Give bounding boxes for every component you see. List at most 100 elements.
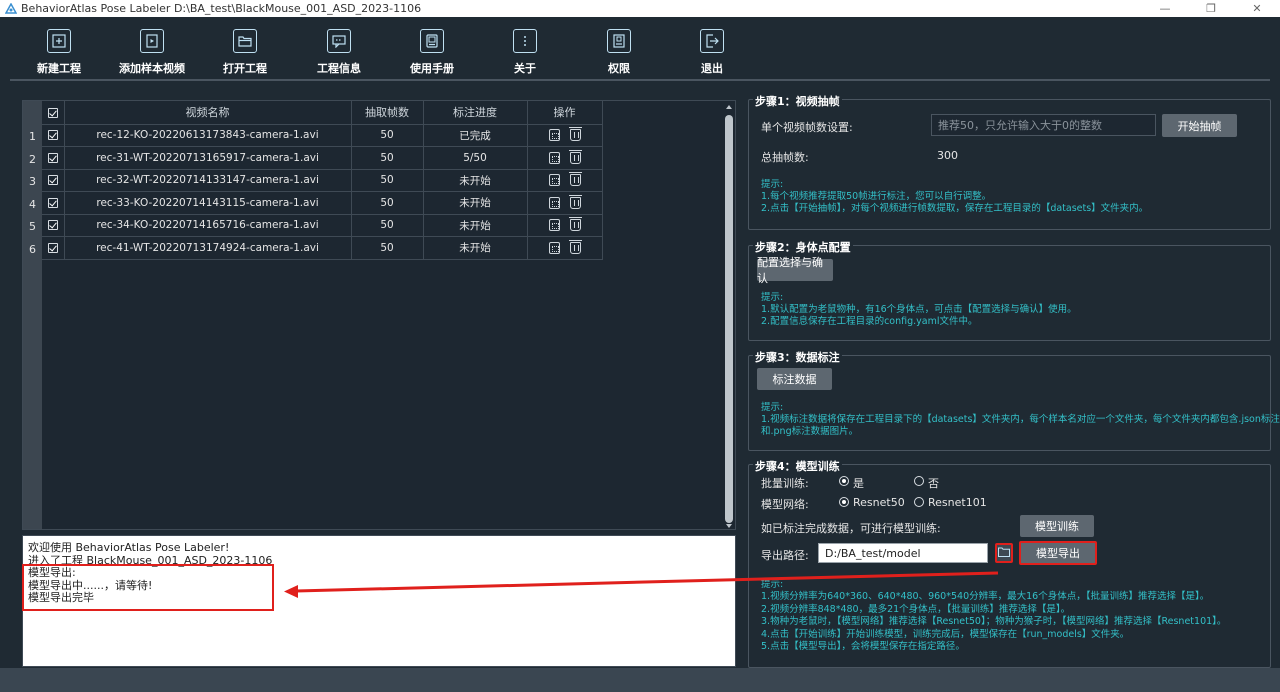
table-row[interactable]: rec-31-WT-20220713165917-camera-1.avi 50…: [42, 146, 603, 170]
ops-cell: [527, 236, 603, 260]
step3-hint-title: 提示:: [761, 402, 784, 413]
progress-cell: 未开始: [423, 191, 528, 215]
label-data-button[interactable]: 标注数据: [757, 368, 832, 390]
frames-cell: 50: [351, 146, 424, 170]
browse-folder-button[interactable]: [995, 543, 1013, 563]
trash-icon[interactable]: [568, 172, 582, 187]
train-model-button[interactable]: 模型训练: [1020, 515, 1094, 537]
video-name-cell: rec-41-WT-20220713174924-camera-1.avi: [64, 236, 352, 260]
ops-cell: [527, 214, 603, 237]
export-model-button[interactable]: 模型导出: [1019, 541, 1097, 565]
trash-icon[interactable]: [568, 194, 582, 209]
header-frames[interactable]: 抽取帧数: [351, 101, 424, 125]
project-info-button[interactable]: 工程信息: [294, 29, 384, 76]
label-edit-icon[interactable]: [548, 241, 560, 254]
annotation-arrow: [284, 571, 999, 598]
step4-hint-4: 4.点击【开始训练】开始训练模型，训练完成后，模型保存在【run_models】…: [761, 628, 1130, 640]
trash-icon[interactable]: [568, 217, 582, 232]
trash-icon[interactable]: [568, 239, 582, 254]
header-progress[interactable]: 标注进度: [423, 101, 528, 125]
open-project-label: 打开工程: [223, 62, 267, 75]
row-select-cell[interactable]: [42, 146, 65, 170]
step2-group: 步骤2：身体点配置 配置选择与确认 提示: 1.默认配置为老鼠物种，有16个身体…: [748, 239, 1271, 341]
row-select-cell[interactable]: [42, 191, 65, 215]
config-confirm-button[interactable]: 配置选择与确认: [757, 256, 833, 285]
scroll-down-arrow-icon[interactable]: [726, 524, 732, 528]
row-checkbox[interactable]: [47, 242, 58, 253]
row-checkbox[interactable]: [47, 220, 58, 231]
table-scrollbar[interactable]: [725, 115, 733, 523]
header-video-name[interactable]: 视频名称: [64, 101, 352, 125]
table-row[interactable]: rec-32-WT-20220714133147-camera-1.avi 50…: [42, 169, 603, 192]
add-video-label: 添加样本视频: [119, 62, 185, 75]
export-path-input[interactable]: D:/BA_test/model: [818, 543, 988, 563]
video-name-cell: rec-32-WT-20220714133147-camera-1.avi: [64, 169, 352, 192]
label-edit-icon[interactable]: [548, 129, 560, 142]
minimize-button[interactable]: —: [1142, 0, 1188, 17]
exit-button[interactable]: 退出: [667, 29, 757, 76]
permission-button[interactable]: 权限: [574, 29, 664, 76]
resnet50-label[interactable]: Resnet50: [853, 496, 905, 509]
trash-icon[interactable]: [568, 127, 582, 142]
model-net-label: 模型网络:: [761, 498, 809, 511]
batch-yes-radio[interactable]: [839, 476, 849, 486]
about-button[interactable]: 关于: [480, 29, 570, 76]
header-ops[interactable]: 操作: [527, 101, 603, 125]
row-checkbox[interactable]: [47, 197, 58, 208]
row-select-cell[interactable]: [42, 236, 65, 260]
progress-cell: 未开始: [423, 214, 528, 237]
progress-cell: 已完成: [423, 124, 528, 147]
row-number: 1: [29, 130, 36, 143]
table-row[interactable]: rec-41-WT-20220713174924-camera-1.avi 50…: [42, 236, 603, 260]
select-all-header[interactable]: [42, 101, 65, 125]
row-select-cell[interactable]: [42, 124, 65, 147]
step3-hint-2: 和.png标注数据图片。: [761, 426, 859, 437]
batch-no-label[interactable]: 否: [928, 475, 939, 491]
start-extract-button[interactable]: 开始抽帧: [1162, 114, 1237, 137]
frames-cell: 50: [351, 191, 424, 215]
row-select-cell[interactable]: [42, 214, 65, 237]
resnet50-radio[interactable]: [839, 497, 849, 507]
table-row[interactable]: rec-12-KO-20220613173843-camera-1.avi 50…: [42, 124, 603, 147]
toolbar-divider: [10, 79, 1270, 81]
exit-label: 退出: [701, 62, 723, 75]
batch-yes-label[interactable]: 是: [853, 475, 864, 491]
select-all-checkbox[interactable]: [47, 107, 58, 118]
open-project-button[interactable]: 打开工程: [200, 29, 290, 76]
add-video-button[interactable]: 添加样本视频: [107, 29, 197, 76]
resnet101-label[interactable]: Resnet101: [928, 496, 987, 509]
step2-title: 步骤2：身体点配置: [753, 239, 853, 255]
row-checkbox[interactable]: [47, 152, 58, 163]
row-number: 4: [29, 198, 36, 211]
manual-book-icon: [420, 29, 444, 53]
ops-cell: [527, 169, 603, 192]
exit-icon: [700, 29, 724, 53]
table-row[interactable]: rec-34-KO-20220714165716-camera-1.avi 50…: [42, 214, 603, 237]
scroll-up-arrow-icon[interactable]: [726, 105, 732, 109]
table-row[interactable]: rec-33-KO-20220714143115-camera-1.avi 50…: [42, 191, 603, 215]
frames-cell: 50: [351, 124, 424, 147]
step1-hint-2: 2.点击【开始抽帧】，对每个视频进行帧数提取，保存在工程目录的【datasets…: [761, 203, 1149, 214]
frames-cell: 50: [351, 214, 424, 237]
row-checkbox[interactable]: [47, 130, 58, 141]
label-edit-icon[interactable]: [548, 151, 560, 164]
video-table-panel: 1 2 3 4 5 6 视频名称 抽取帧数 标注进度 操作 rec-12-KO-…: [22, 100, 736, 530]
manual-button[interactable]: 使用手册: [387, 29, 477, 76]
label-edit-icon[interactable]: [548, 174, 560, 187]
restore-button[interactable]: ❐: [1188, 0, 1234, 17]
step1-title: 步骤1：视频抽帧: [753, 93, 842, 109]
batch-no-radio[interactable]: [914, 476, 924, 486]
trash-icon[interactable]: [568, 149, 582, 164]
resnet101-radio[interactable]: [914, 497, 924, 507]
new-project-button[interactable]: 新建工程: [14, 29, 104, 76]
row-select-cell[interactable]: [42, 169, 65, 192]
row-checkbox[interactable]: [47, 175, 58, 186]
row-number: 3: [29, 175, 36, 188]
label-edit-icon[interactable]: [548, 196, 560, 209]
frames-cell: 50: [351, 236, 424, 260]
step4-title: 步骤4：模型训练: [753, 458, 842, 474]
frames-input[interactable]: 推荐50，只允许输入大于0的整数: [931, 114, 1156, 136]
batch-train-label: 批量训练:: [761, 477, 809, 490]
label-edit-icon[interactable]: [548, 219, 560, 232]
close-button[interactable]: ✕: [1234, 0, 1280, 17]
